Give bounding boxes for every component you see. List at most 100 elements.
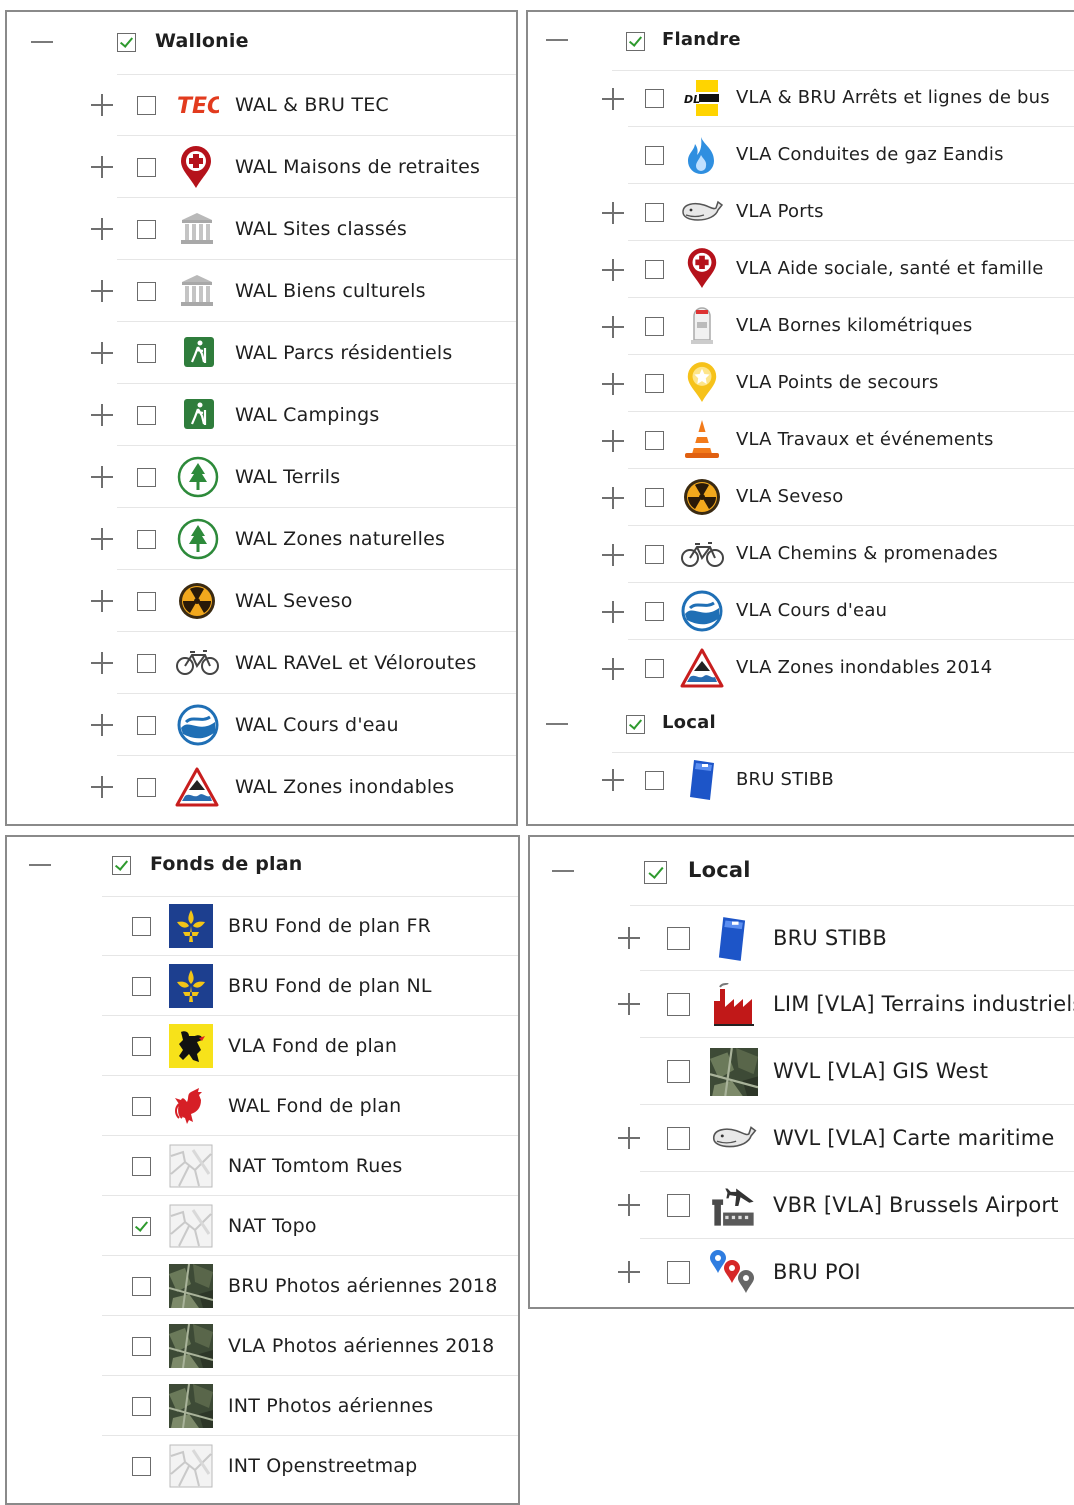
expand-button[interactable] bbox=[91, 590, 113, 612]
layer-checkbox[interactable] bbox=[667, 1194, 690, 1217]
expand-button[interactable] bbox=[602, 88, 624, 110]
expand-button[interactable] bbox=[91, 404, 113, 426]
collapse-flandre-button[interactable] bbox=[546, 39, 568, 41]
expand-button[interactable] bbox=[91, 156, 113, 178]
layer-checkbox[interactable] bbox=[132, 1457, 151, 1476]
layer-checkbox[interactable] bbox=[645, 317, 664, 336]
collapse-fonds-button[interactable] bbox=[29, 864, 51, 866]
expand-button[interactable] bbox=[618, 1127, 640, 1149]
expand-button[interactable] bbox=[618, 1194, 640, 1216]
layer-checkbox[interactable] bbox=[667, 1127, 690, 1150]
expand-button[interactable] bbox=[602, 658, 624, 680]
layer-checkbox[interactable] bbox=[645, 488, 664, 507]
expand-button[interactable] bbox=[618, 993, 640, 1015]
layer-checkbox[interactable] bbox=[645, 659, 664, 678]
flandre-layer-bus: DL VLA & BRU Arrêts et lignes de bus bbox=[528, 70, 1074, 127]
local-layer-carte-maritime: WVL [VLA] Carte maritime bbox=[530, 1105, 1074, 1172]
expand-button[interactable] bbox=[91, 652, 113, 674]
water-icon bbox=[177, 704, 219, 746]
layer-checkbox[interactable] bbox=[667, 993, 690, 1016]
expand-button[interactable] bbox=[91, 776, 113, 798]
flandre-layer-seveso: VLA Seveso bbox=[528, 469, 1074, 526]
wallonie-layer-seveso: WAL Seveso bbox=[7, 570, 516, 632]
wallonie-group-checkbox[interactable] bbox=[117, 33, 136, 52]
layer-checkbox[interactable] bbox=[132, 1337, 151, 1356]
layer-checkbox[interactable] bbox=[645, 771, 664, 790]
expand-button[interactable] bbox=[602, 373, 624, 395]
layer-checkbox[interactable] bbox=[137, 344, 156, 363]
layer-checkbox[interactable] bbox=[137, 282, 156, 301]
layer-checkbox[interactable] bbox=[137, 158, 156, 177]
wallonie-layer-cours-eau: WAL Cours d'eau bbox=[7, 694, 516, 756]
collapse-local-button[interactable] bbox=[546, 723, 568, 725]
layer-checkbox[interactable] bbox=[645, 374, 664, 393]
layer-label: NAT Tomtom Rues bbox=[228, 1155, 403, 1177]
collapse-wallonie-button[interactable] bbox=[31, 41, 53, 43]
layer-checkbox[interactable] bbox=[645, 602, 664, 621]
layer-checkbox[interactable] bbox=[667, 927, 690, 950]
layer-checkbox[interactable] bbox=[645, 545, 664, 564]
fonds-group-checkbox[interactable] bbox=[112, 856, 131, 875]
layer-checkbox[interactable] bbox=[645, 89, 664, 108]
layer-checkbox[interactable] bbox=[645, 431, 664, 450]
expand-button[interactable] bbox=[602, 544, 624, 566]
layer-checkbox[interactable] bbox=[132, 1217, 151, 1236]
expand-button[interactable] bbox=[602, 202, 624, 224]
layer-checkbox[interactable] bbox=[667, 1060, 690, 1083]
layer-checkbox[interactable] bbox=[137, 654, 156, 673]
layer-checkbox[interactable] bbox=[132, 917, 151, 936]
radiation-icon bbox=[178, 582, 216, 620]
fonds-layer-bru-nl: BRU Fond de plan NL bbox=[7, 956, 518, 1016]
layer-checkbox[interactable] bbox=[132, 1097, 151, 1116]
expand-button[interactable] bbox=[91, 218, 113, 240]
layer-checkbox[interactable] bbox=[137, 406, 156, 425]
expand-button[interactable] bbox=[602, 601, 624, 623]
expand-button[interactable] bbox=[618, 927, 640, 949]
layer-checkbox[interactable] bbox=[132, 1277, 151, 1296]
layer-checkbox[interactable] bbox=[137, 530, 156, 549]
flandre-layer-chemins: VLA Chemins & promenades bbox=[528, 526, 1074, 583]
collapse-local-panel-button[interactable] bbox=[552, 870, 574, 872]
layer-checkbox[interactable] bbox=[645, 146, 664, 165]
layer-label: VLA Bornes kilométriques bbox=[736, 315, 973, 336]
layer-label: BRU Fond de plan FR bbox=[228, 915, 431, 937]
expand-button[interactable] bbox=[618, 1261, 640, 1283]
expand-button[interactable] bbox=[602, 769, 624, 791]
expand-button[interactable] bbox=[91, 466, 113, 488]
layer-checkbox[interactable] bbox=[137, 778, 156, 797]
local-group-checkbox[interactable] bbox=[626, 715, 645, 734]
layer-checkbox[interactable] bbox=[667, 1261, 690, 1284]
local-layer-brussels-airport: VBR [VLA] Brussels Airport bbox=[530, 1172, 1074, 1239]
expand-button[interactable] bbox=[602, 259, 624, 281]
expand-button[interactable] bbox=[91, 342, 113, 364]
flandre-layer-points-secours: VLA Points de secours bbox=[528, 355, 1074, 412]
aerial-photo-icon bbox=[168, 1263, 214, 1309]
layer-checkbox[interactable] bbox=[137, 220, 156, 239]
expand-button[interactable] bbox=[91, 94, 113, 116]
layer-label: VLA Conduites de gaz Eandis bbox=[736, 144, 1004, 165]
local-layer-gis-west: WVL [VLA] GIS West bbox=[530, 1038, 1074, 1105]
layer-label: BRU STIBB bbox=[773, 926, 888, 950]
expand-button[interactable] bbox=[91, 528, 113, 550]
expand-button[interactable] bbox=[602, 487, 624, 509]
layer-checkbox[interactable] bbox=[645, 260, 664, 279]
flandre-group-checkbox[interactable] bbox=[626, 32, 645, 51]
layer-checkbox[interactable] bbox=[137, 716, 156, 735]
expand-button[interactable] bbox=[602, 430, 624, 452]
expand-button[interactable] bbox=[602, 316, 624, 338]
layer-checkbox[interactable] bbox=[137, 96, 156, 115]
layer-label: WAL Parcs résidentiels bbox=[235, 342, 453, 364]
layer-checkbox[interactable] bbox=[132, 1397, 151, 1416]
expand-button[interactable] bbox=[91, 714, 113, 736]
flandre-layer-aide-sociale: VLA Aide sociale, santé et famille bbox=[528, 241, 1074, 298]
expand-button[interactable] bbox=[91, 280, 113, 302]
layer-checkbox[interactable] bbox=[132, 977, 151, 996]
layer-checkbox[interactable] bbox=[645, 203, 664, 222]
layer-checkbox[interactable] bbox=[132, 1157, 151, 1176]
dl-bus-logo-icon: DL bbox=[680, 78, 722, 116]
layer-checkbox[interactable] bbox=[137, 592, 156, 611]
layer-checkbox[interactable] bbox=[137, 468, 156, 487]
layer-checkbox[interactable] bbox=[132, 1037, 151, 1056]
local-panel-group-checkbox[interactable] bbox=[644, 861, 667, 884]
layer-label: BRU Photos aériennes 2018 bbox=[228, 1275, 498, 1297]
